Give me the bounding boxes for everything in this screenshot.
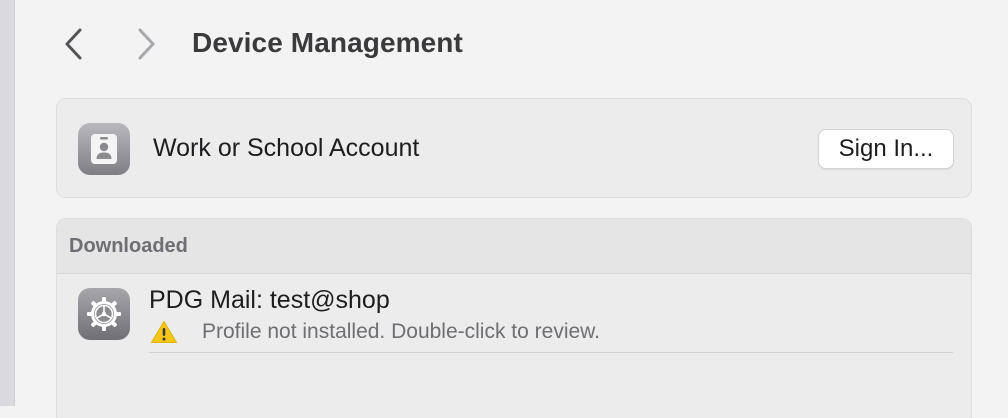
gear-icon <box>78 288 130 340</box>
chevron-right-icon <box>138 28 155 60</box>
downloaded-section: Downloaded PDG Mail: test@shop Profile n… <box>56 218 972 418</box>
section-header-label: Downloaded <box>69 235 188 257</box>
account-card: Work or School Account Sign In... <box>56 98 972 198</box>
profile-status: Profile not installed. Double-click to r… <box>202 320 601 343</box>
warning-icon <box>151 321 177 343</box>
toolbar: Device Management <box>14 0 1008 90</box>
page-title: Device Management <box>192 27 463 58</box>
forward-button[interactable] <box>128 24 164 64</box>
sign-in-button[interactable]: Sign In... <box>818 129 954 169</box>
sidebar-edge <box>0 0 15 406</box>
row-divider <box>149 352 953 353</box>
profile-row[interactable]: PDG Mail: test@shop Profile not installe… <box>57 274 971 356</box>
id-badge-icon <box>78 123 130 175</box>
profile-name: PDG Mail: test@shop <box>149 286 390 314</box>
section-header: Downloaded <box>57 219 971 274</box>
account-label: Work or School Account <box>153 134 420 162</box>
chevron-left-icon <box>65 28 82 60</box>
back-button[interactable] <box>56 24 92 64</box>
